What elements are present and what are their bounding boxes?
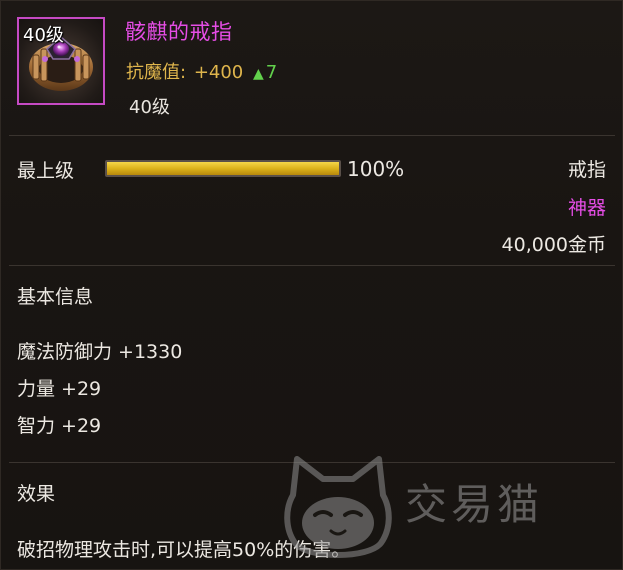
required-level: 40级 bbox=[129, 97, 170, 118]
basic-info-title: 基本信息 bbox=[17, 286, 94, 308]
divider bbox=[9, 265, 615, 266]
enhance-progress-fill bbox=[107, 162, 339, 175]
attribute-line: 智力 +29 bbox=[17, 415, 102, 437]
item-tooltip-panel: 40级 骸麒的戒指 抗魔值: +400 ▲ 7 40级 最上级 100% 戒指 … bbox=[0, 0, 623, 570]
magic-resist-stat: 抗魔值: +400 ▲ 7 bbox=[126, 58, 277, 84]
enhance-progress-text: 100% bbox=[347, 157, 405, 181]
price-label: 40,000金币 bbox=[501, 234, 606, 256]
attribute-line: 魔法防御力 +1330 bbox=[17, 341, 183, 363]
cat-logo-icon bbox=[284, 456, 392, 558]
attribute-line: 力量 +29 bbox=[17, 378, 102, 400]
divider bbox=[9, 135, 615, 136]
stat-value: +400 bbox=[193, 62, 244, 83]
enhance-grade-label: 最上级 bbox=[17, 160, 75, 182]
watermark: 交易猫 bbox=[279, 453, 599, 563]
enhance-progress-bar bbox=[105, 160, 341, 177]
item-name: 骸麒的戒指 bbox=[125, 20, 233, 44]
item-icon-frame[interactable]: 40级 bbox=[17, 17, 105, 105]
slot-type: 戒指 bbox=[567, 159, 606, 181]
rarity-label: 神器 bbox=[567, 197, 606, 219]
stat-label: 抗魔值: bbox=[126, 62, 187, 83]
up-arrow-icon: ▲ bbox=[253, 66, 264, 82]
effect-title: 效果 bbox=[17, 483, 56, 505]
item-level-badge: 40级 bbox=[23, 25, 64, 46]
watermark-text: 交易猫 bbox=[405, 480, 544, 529]
stat-bonus: 7 bbox=[265, 62, 278, 83]
